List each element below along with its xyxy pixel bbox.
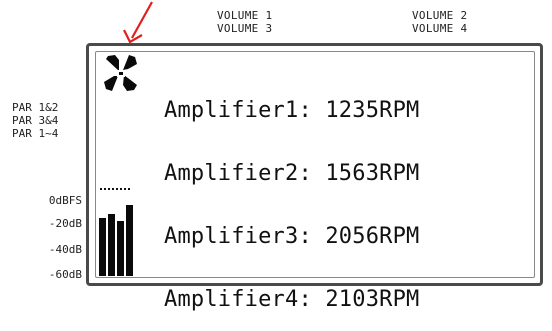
amplifier-4-row: Amplifier4: 2103RPM xyxy=(164,287,420,312)
amplifier-3-row: Amplifier3: 2056RPM xyxy=(164,224,420,249)
db-label-minus20: -20dB xyxy=(48,217,82,230)
level-meter xyxy=(99,188,133,276)
amplifier-rpm-list: Amplifier1: 1235RPM Amplifier2: 1563RPM … xyxy=(164,58,419,331)
fan-icon xyxy=(104,55,137,91)
amplifier-4-rpm: 2103RPM xyxy=(325,287,420,312)
amplifier-3-label: Amplifier3: xyxy=(164,224,312,249)
amplifier-2-label: Amplifier2: xyxy=(164,161,312,186)
amplifier-1-rpm: 1235RPM xyxy=(325,98,420,123)
meter-bar-4 xyxy=(126,205,133,276)
amplifier-2-row: Amplifier2: 1563RPM xyxy=(164,161,420,186)
par-labels: PAR 1&2 PAR 3&4 PAR 1~4 xyxy=(12,101,58,140)
par-1-2-label: PAR 1&2 xyxy=(12,101,59,114)
amplifier-2-rpm: 1563RPM xyxy=(325,161,420,186)
amplifier-4-label: Amplifier4: xyxy=(164,287,312,312)
volume-2-label: VOLUME 2 xyxy=(412,9,468,22)
db-label-minus40: -40dB xyxy=(48,243,82,256)
amplifier-1-label: Amplifier1: xyxy=(164,98,312,123)
db-label-0dbfs: 0dBFS xyxy=(48,194,82,207)
peak-marker-dots xyxy=(100,188,130,190)
volume-right-header: VOLUME 2 VOLUME 4 xyxy=(412,9,467,35)
volume-1-label: VOLUME 1 xyxy=(217,9,273,22)
volume-3-label: VOLUME 3 xyxy=(217,22,273,35)
db-label-minus60: -60dB xyxy=(48,268,82,281)
par-1-4-label: PAR 1~4 xyxy=(12,127,59,140)
meter-bar-3 xyxy=(117,221,124,276)
amplifier-1-row: Amplifier1: 1235RPM xyxy=(164,98,420,123)
par-3-4-label: PAR 3&4 xyxy=(12,114,59,127)
volume-left-header: VOLUME 1 VOLUME 3 xyxy=(217,9,272,35)
volume-4-label: VOLUME 4 xyxy=(412,22,468,35)
meter-bar-1 xyxy=(99,218,106,276)
meter-bar-2 xyxy=(108,214,115,276)
amplifier-3-rpm: 2056RPM xyxy=(325,224,420,249)
